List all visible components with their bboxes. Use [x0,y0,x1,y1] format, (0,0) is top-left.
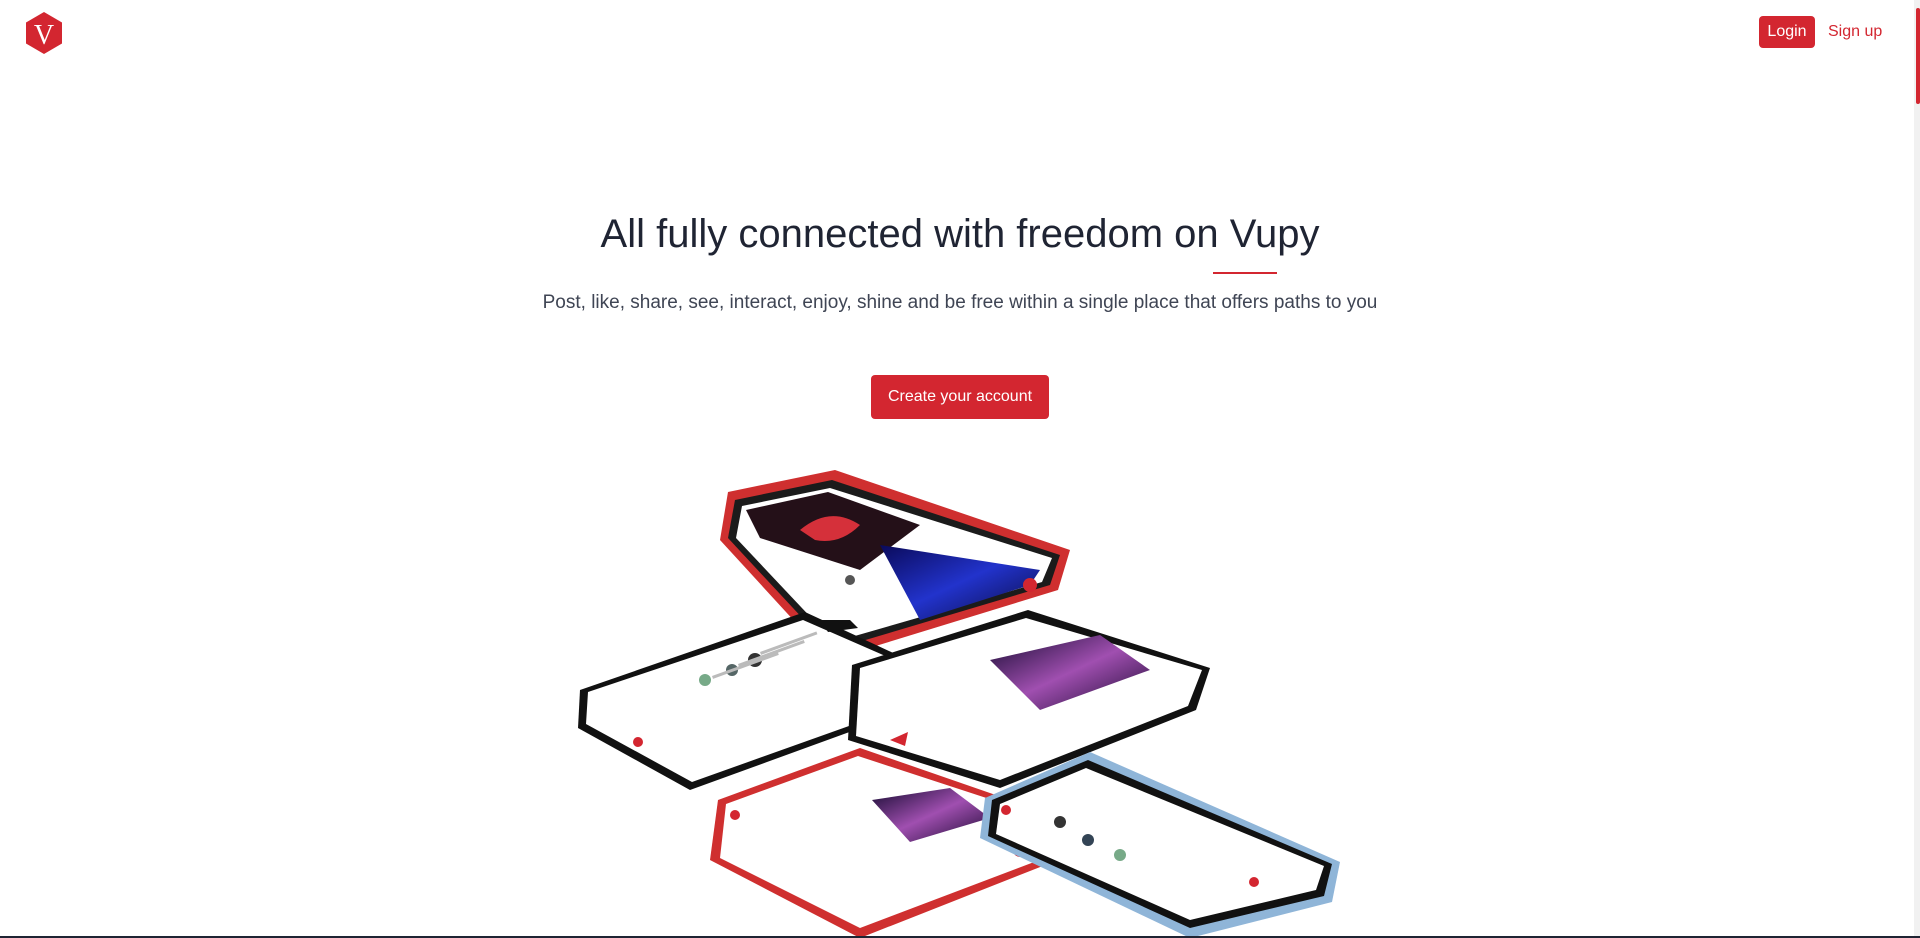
hero-subtitle: Post, like, share, see, interact, enjoy,… [542,292,1378,313]
signup-link[interactable]: Sign up [1828,16,1882,48]
phone-bottom-right [980,752,1340,938]
title-underline [1213,272,1277,274]
create-account-button[interactable]: Create your account [871,375,1049,419]
logo-letter: V [34,20,54,51]
hero-title: All fully connected with freedom on Vupy [600,212,1320,256]
scrollbar[interactable] [1914,0,1920,938]
scrollbar-thumb[interactable] [1916,8,1920,104]
vupy-logo-icon[interactable]: V [24,11,64,55]
phones-illustration [578,470,1340,938]
top-navbar: V Login Sign up [0,0,1920,64]
login-button[interactable]: Login [1759,16,1815,48]
